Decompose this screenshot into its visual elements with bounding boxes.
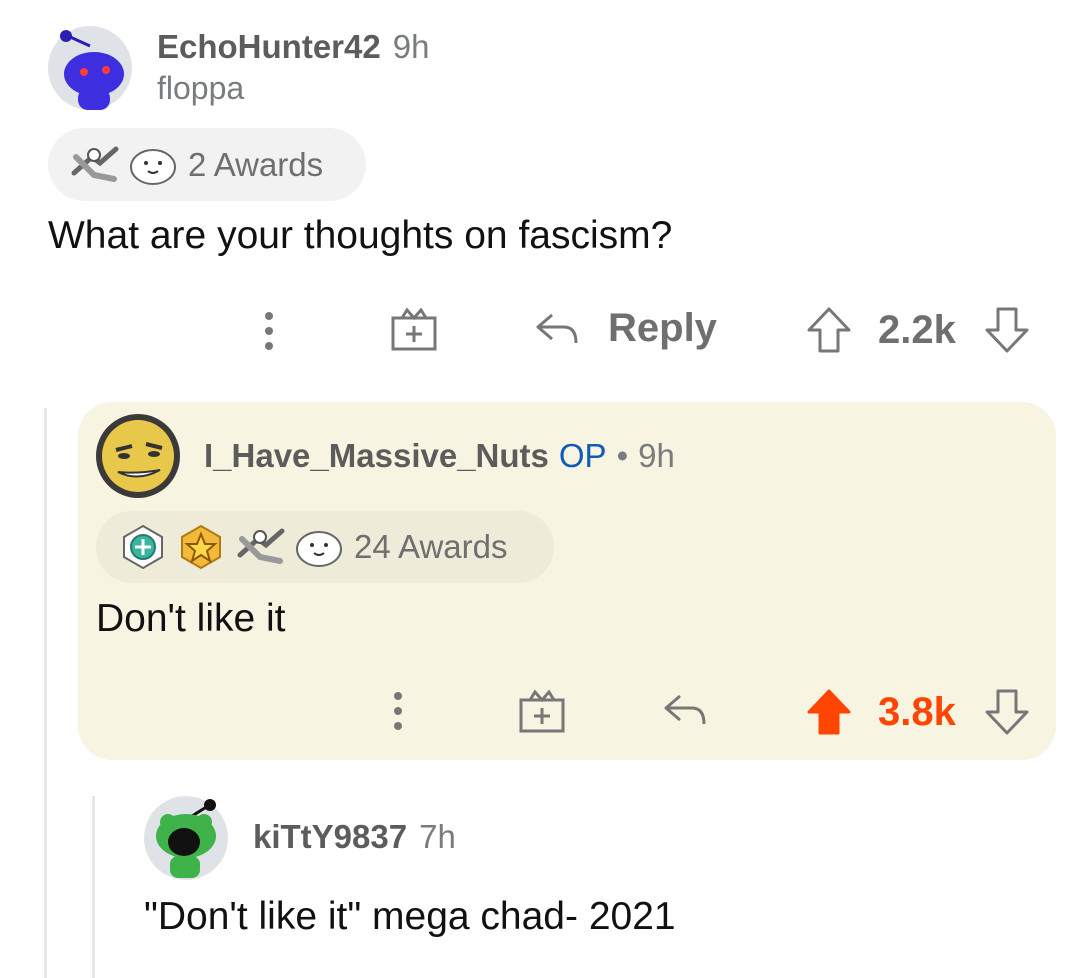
- avatar[interactable]: [144, 796, 228, 880]
- downvote-button[interactable]: [984, 306, 1030, 354]
- avatar[interactable]: [48, 26, 132, 110]
- give-award-button[interactable]: [390, 306, 438, 352]
- downvote-icon: [985, 307, 1029, 353]
- username[interactable]: I_Have_Massive_Nuts: [204, 437, 549, 475]
- username[interactable]: kiTtY9837: [253, 818, 407, 856]
- awards-pill[interactable]: 24 Awards: [96, 511, 554, 583]
- username[interactable]: EchoHunter42: [157, 28, 381, 66]
- frog-snoo-avatar: [144, 796, 228, 880]
- awards-count: 24 Awards: [354, 528, 508, 565]
- awards-count: 2 Awards: [188, 145, 324, 183]
- user-flair: floppa: [157, 70, 245, 106]
- meta-separator: •: [616, 437, 629, 474]
- upvote-button-active[interactable]: [806, 688, 852, 736]
- downvote-icon: [985, 689, 1029, 735]
- comment-body: "Don't like it" mega chad- 2021: [144, 895, 676, 938]
- wojak-avatar: [96, 414, 180, 498]
- upvote-icon: [807, 307, 851, 353]
- reply-arrow-icon: [536, 313, 578, 343]
- op-badge: OP: [558, 437, 607, 474]
- more-options-icon: [394, 692, 402, 730]
- handshake-award-icon: [70, 143, 120, 187]
- reply-arrow-icon: [664, 694, 706, 725]
- gift-award-icon: [391, 307, 437, 351]
- more-options-icon: [265, 312, 273, 350]
- reply-button[interactable]: [662, 690, 708, 730]
- helper-award-icon: [120, 524, 166, 570]
- awards-pill[interactable]: 2 Awards: [48, 128, 366, 201]
- upvote-icon: [807, 689, 851, 735]
- gold-star-award-icon: [178, 524, 224, 570]
- comment-age: 7h: [419, 818, 456, 855]
- thread-line-level-1[interactable]: [44, 408, 47, 978]
- reply-button[interactable]: Reply: [534, 306, 717, 351]
- comment-body: What are your thoughts on fascism?: [48, 214, 673, 257]
- comment-age: 9h: [392, 28, 430, 65]
- seal-award-icon: [128, 143, 178, 187]
- gift-award-icon: [519, 689, 565, 733]
- seal-award-icon: [294, 525, 344, 569]
- give-award-button[interactable]: [518, 688, 566, 734]
- more-options-button[interactable]: [383, 690, 413, 732]
- thread-line-level-2[interactable]: [92, 796, 95, 978]
- avatar[interactable]: [96, 414, 180, 498]
- more-options-button[interactable]: [254, 310, 284, 352]
- vote-score: 2.2k: [878, 308, 956, 352]
- comment-age: 9h: [638, 437, 675, 474]
- reply-label: Reply: [608, 306, 717, 350]
- handshake-award-icon: [236, 525, 286, 569]
- comment-body: Don't like it: [96, 597, 286, 640]
- vote-score: 3.8k: [878, 690, 956, 734]
- snoo-avatar: [48, 26, 132, 110]
- upvote-button[interactable]: [806, 306, 852, 354]
- downvote-button[interactable]: [984, 688, 1030, 736]
